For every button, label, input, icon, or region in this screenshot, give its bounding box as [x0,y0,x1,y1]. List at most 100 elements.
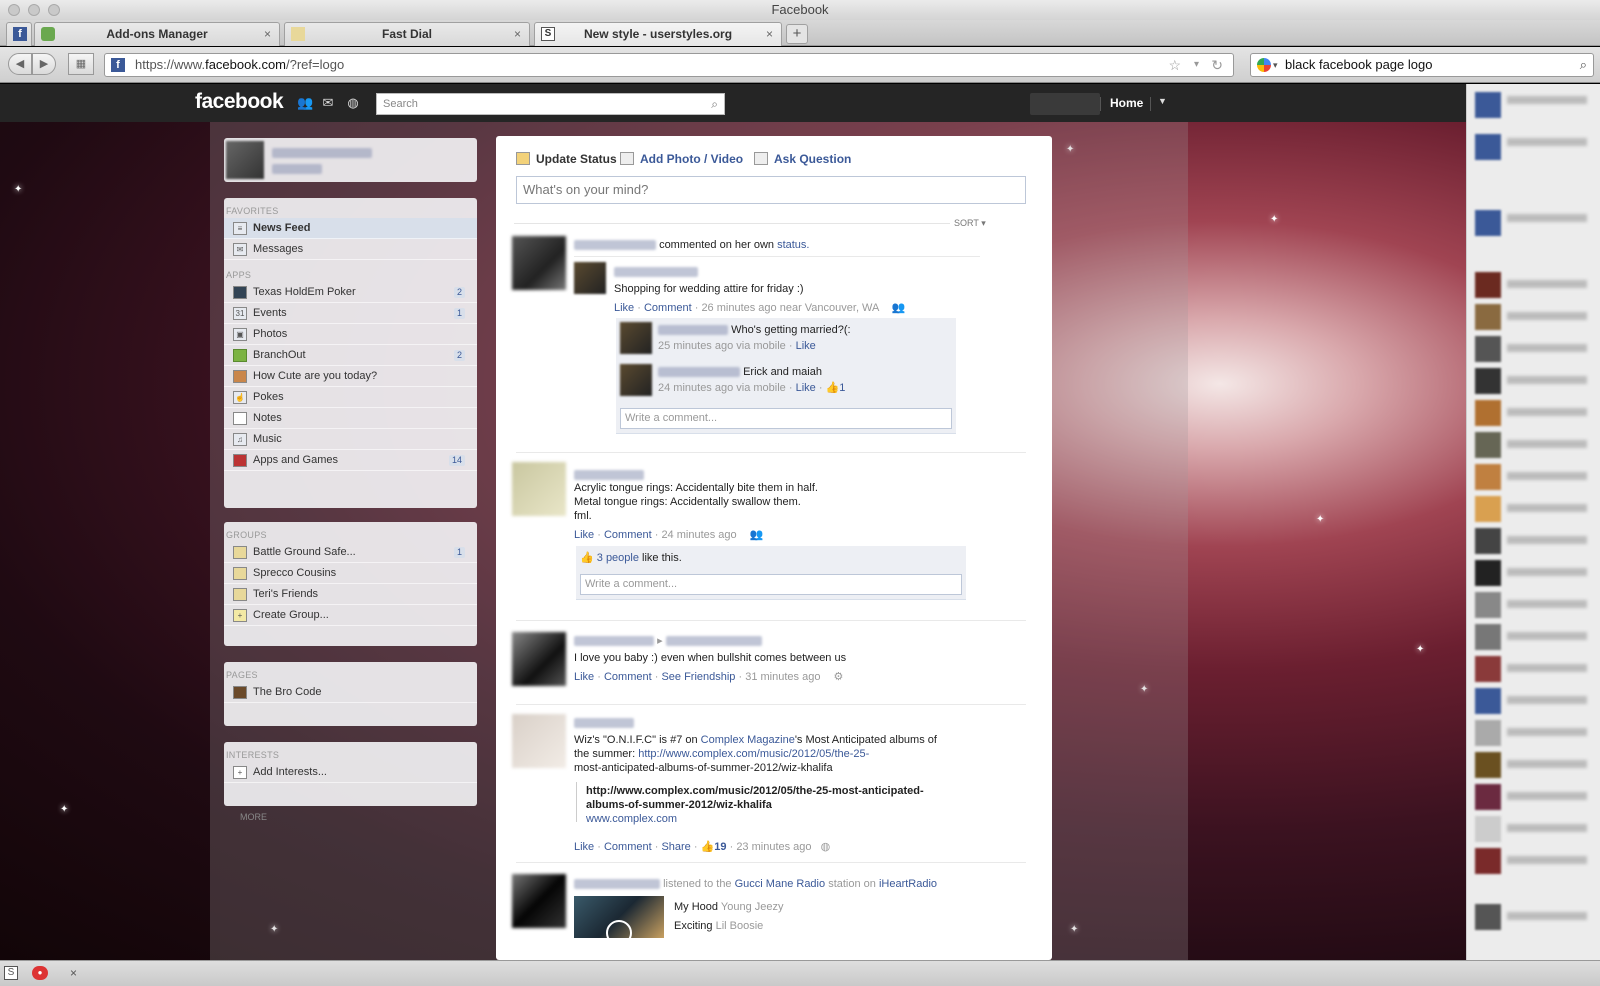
avatar[interactable] [1475,848,1501,874]
avatar[interactable] [1475,752,1501,778]
like-link[interactable]: Like [574,841,594,853]
chat-contact[interactable] [1507,824,1587,832]
chat-contact[interactable] [1507,728,1587,736]
chat-contact[interactable] [1507,376,1587,384]
account-menu-icon[interactable]: ▼ [1158,96,1167,106]
like-link[interactable]: Like [574,671,594,683]
station-thumbnail[interactable] [574,896,664,946]
facebook-search-input[interactable]: Search ⌕ [376,93,725,115]
avatar[interactable] [1475,336,1501,362]
chat-contact[interactable] [1507,312,1587,320]
likers-link[interactable]: 3 people [597,552,639,564]
sidebar-item-music[interactable]: ♫ Music [224,429,477,450]
avatar[interactable] [620,364,652,396]
sidebar-item-how-cute[interactable]: How Cute are you today? [224,366,477,387]
chat-contact[interactable] [1507,504,1587,512]
chat-contact[interactable] [1507,408,1587,416]
avatar[interactable] [226,141,264,179]
new-tab-button[interactable]: + [786,24,808,44]
chat-contact[interactable] [1507,472,1587,480]
update-status-tab[interactable]: Update Status [516,152,617,166]
chevron-down-icon[interactable]: ▾ [1273,54,1278,76]
tab-addons-manager[interactable]: Add-ons Manager × [34,22,280,46]
sidebar-item-page[interactable]: The Bro Code [224,682,477,703]
author-name[interactable] [658,367,740,378]
close-tab-icon[interactable]: × [766,23,773,45]
like-link[interactable]: Like [796,340,816,352]
chat-contact[interactable] [1507,600,1587,608]
sidebar-item-photos[interactable]: ▣ Photos [224,324,477,345]
close-tab-icon[interactable]: × [514,23,521,45]
iheartradio-link[interactable]: iHeartRadio [879,878,937,890]
minimize-window-button[interactable] [28,4,40,16]
avatar[interactable] [1475,592,1501,618]
play-icon[interactable] [606,920,632,946]
stylish-icon[interactable]: S [4,966,18,980]
like-link[interactable]: Like [796,382,816,394]
avatar[interactable] [1475,784,1501,810]
chat-contact[interactable] [1507,792,1587,800]
sidebar-item-notes[interactable]: Notes [224,408,477,429]
messages-icon[interactable]: ✉ [321,96,335,110]
sidebar-item-branchout[interactable]: BranchOut 2 [224,345,477,366]
like-link[interactable]: Like [614,302,634,314]
chevron-down-icon[interactable]: ▾ [1194,54,1199,76]
back-button[interactable]: ◀ [8,53,32,75]
sidebar-item-texas-holdem[interactable]: Texas HoldEm Poker 2 [224,282,477,303]
post-url-link[interactable]: http://www.complex.com/music/2012/05/the… [638,748,869,760]
avatar[interactable] [1475,496,1501,522]
author-name[interactable] [574,879,660,890]
sidebar-item-group[interactable]: Battle Ground Safe... 1 [224,542,477,563]
attachment-title-link[interactable]: albums-of-summer-2012/wiz-khalifa [586,798,772,812]
sidebar-item-group[interactable]: Sprecco Cousins [224,563,477,584]
notifications-icon[interactable]: ◍ [346,96,360,110]
avatar[interactable] [1475,720,1501,746]
chat-contact[interactable] [1507,632,1587,640]
avatar[interactable] [1475,432,1501,458]
search-icon[interactable]: ⌕ [1580,54,1587,76]
comment-link[interactable]: Comment [604,841,652,853]
tab-facebook-pinned[interactable]: f [6,22,32,46]
see-friendship-link[interactable]: See Friendship [661,671,735,683]
sidebar-item-create-group[interactable]: + Create Group... [224,605,477,626]
attachment-title-link[interactable]: http://www.complex.com/music/2012/05/the… [586,784,924,798]
avatar[interactable] [512,462,566,516]
sidebar-item-pokes[interactable]: ☝ Pokes [224,387,477,408]
ticker-item[interactable] [1507,138,1587,146]
comment-link[interactable]: Comment [604,671,652,683]
author-name[interactable] [658,325,728,336]
author-name[interactable] [574,240,656,251]
comment-input[interactable]: Write a comment... [580,574,962,595]
avatar[interactable] [512,874,566,928]
browser-search-input[interactable]: ▾ black facebook page logo ⌕ [1250,53,1594,77]
chat-contact[interactable] [1507,664,1587,672]
status-input[interactable]: What's on your mind? [516,176,1026,204]
avatar[interactable] [512,714,566,768]
tab-fast-dial[interactable]: Fast Dial × [284,22,530,46]
chat-contact[interactable] [1507,280,1587,288]
like-link[interactable]: Like [574,529,594,541]
close-tab-icon[interactable]: × [264,23,271,45]
zoom-window-button[interactable] [48,4,60,16]
station-link[interactable]: Gucci Mane Radio [735,878,826,890]
author-name[interactable] [614,267,698,277]
author-name[interactable] [574,636,654,647]
avatar[interactable] [1475,400,1501,426]
sidebar-item-add-interests[interactable]: + Add Interests... [224,762,477,783]
sidebar-item-apps-games[interactable]: Apps and Games 14 [224,450,477,471]
sidebar-item-news-feed[interactable]: ≡ News Feed [224,218,477,239]
status-link[interactable]: status. [777,239,809,251]
ticker-item[interactable] [1507,214,1587,222]
comment-input[interactable]: Write a comment... [620,408,952,429]
post-url-link[interactable]: most-anticipated-albums-of-summer-2012/w… [574,761,833,775]
avatar[interactable] [1475,688,1501,714]
sidebar-item-messages[interactable]: ✉ Messages [224,239,477,260]
chat-contact[interactable] [1507,696,1587,704]
ask-question-tab[interactable]: Ask Question [754,152,851,166]
avatar[interactable] [574,262,606,294]
ticker-item[interactable] [1507,96,1587,104]
avatar[interactable] [1475,304,1501,330]
avatar[interactable] [620,322,652,354]
avatar[interactable] [1475,368,1501,394]
share-link[interactable]: Share [661,841,690,853]
